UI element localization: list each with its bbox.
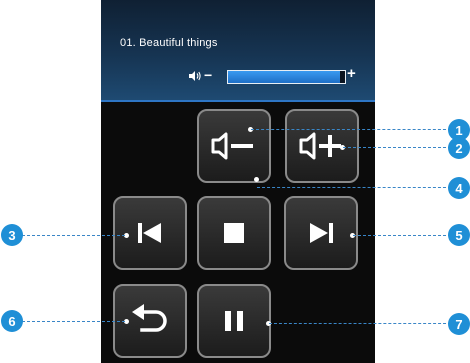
callout-marker-6: 6 xyxy=(1,310,23,332)
callout-marker-7: 7 xyxy=(448,313,470,335)
volume-down-button[interactable] xyxy=(197,109,271,183)
callout-line xyxy=(251,129,451,130)
skip-previous-icon xyxy=(138,223,161,243)
callout-marker-5: 5 xyxy=(448,224,470,246)
speaker-plus-icon xyxy=(299,132,341,160)
volume-slider[interactable] xyxy=(227,70,346,84)
callout-line xyxy=(22,235,125,236)
next-track-button[interactable] xyxy=(284,196,358,270)
skip-next-icon xyxy=(310,223,333,243)
stop-button[interactable] xyxy=(197,196,271,270)
volume-level-fill xyxy=(228,71,341,83)
speaker-minus-icon xyxy=(211,132,253,160)
callout-dot xyxy=(254,177,259,182)
callout-line xyxy=(353,235,451,236)
pause-icon xyxy=(225,311,243,331)
callout-line xyxy=(22,321,125,322)
speaker-icon xyxy=(189,71,201,81)
callout-marker-2: 2 xyxy=(448,137,470,159)
stop-icon xyxy=(224,223,244,243)
callout-line xyxy=(257,187,451,188)
callout-line xyxy=(343,147,451,148)
callout-marker-4: 4 xyxy=(448,177,470,199)
callout-marker-3: 3 xyxy=(1,224,23,246)
volume-up-button[interactable] xyxy=(285,109,359,183)
track-title: 01. Beautiful things xyxy=(120,37,218,49)
pause-button[interactable] xyxy=(197,284,271,358)
callout-line xyxy=(269,323,451,324)
return-arrow-icon xyxy=(132,304,167,332)
volume-bar[interactable]: − + xyxy=(184,66,359,86)
now-playing-header: 01. Beautiful things − + xyxy=(101,0,375,100)
volume-minus-label: − xyxy=(204,67,213,83)
player-screen: 01. Beautiful things − + xyxy=(101,0,375,363)
volume-plus-label: + xyxy=(347,65,356,82)
